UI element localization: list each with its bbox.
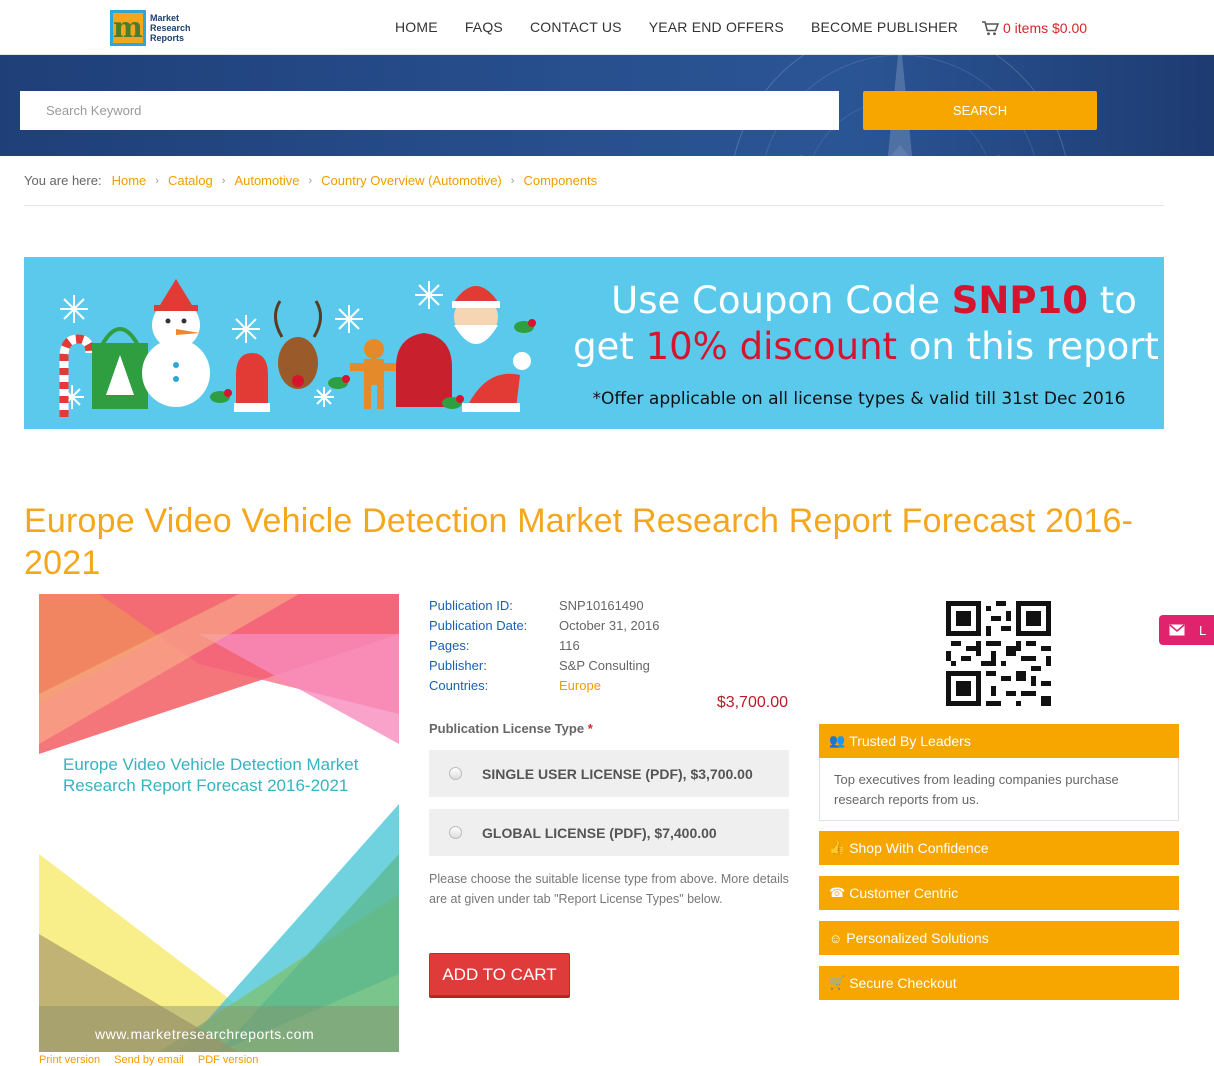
- nav-year-end-offers[interactable]: YEAR END OFFERS: [649, 19, 784, 35]
- search-band: SEARCH: [0, 55, 1214, 156]
- license-type-label: Publication License Type *: [429, 721, 593, 736]
- license-help-text: Please choose the suitable license type …: [429, 872, 789, 906]
- report-actions: Print version Send by email PDF version: [39, 1054, 272, 1066]
- breadcrumb-components[interactable]: Components: [523, 173, 597, 188]
- coupon-text: on this report: [897, 325, 1159, 368]
- breadcrumb: You are here: Home › Catalog › Automotiv…: [24, 173, 597, 188]
- site-logo[interactable]: m Market Research Reports: [110, 9, 200, 47]
- meta-row-publication-date: Publication Date: October 31, 2016: [429, 616, 659, 636]
- feedback-tab[interactable]: L: [1159, 615, 1214, 645]
- breadcrumb-country-overview[interactable]: Country Overview (Automotive): [321, 173, 502, 188]
- meta-label: Countries:: [429, 678, 489, 693]
- pages: 116: [559, 638, 580, 653]
- chevron-right-icon: ›: [510, 174, 515, 187]
- report-meta: Publication ID: SNP10161490 Publication …: [429, 596, 659, 696]
- coupon-note: *Offer applicable on all license types &…: [592, 389, 1126, 409]
- search-input[interactable]: [20, 91, 839, 130]
- coupon-discount: 10% discount: [645, 325, 898, 368]
- shop-with-confidence[interactable]: 👍 Shop With Confidence: [819, 831, 1179, 865]
- meta-label: Publication ID:: [429, 598, 513, 613]
- chevron-right-icon: ›: [155, 174, 159, 187]
- coupon-banner[interactable]: Use Coupon Code SNP10 to get 10% discoun…: [24, 257, 1164, 429]
- trusted-by-leaders-header: 👥 Trusted By Leaders: [819, 724, 1179, 758]
- smile-icon: ☺: [829, 930, 843, 946]
- coupon-text: Use Coupon Code: [611, 279, 952, 322]
- breadcrumb-label: You are here:: [24, 173, 102, 188]
- license-option-single-user[interactable]: SINGLE USER LICENSE (PDF), $3,700.00: [429, 750, 789, 797]
- divider: [24, 205, 1164, 206]
- add-to-cart-button[interactable]: ADD TO CART: [429, 953, 570, 996]
- customer-centric[interactable]: ☎ Customer Centric: [819, 876, 1179, 910]
- license-type-text: Publication License Type: [429, 721, 585, 736]
- cover-url: www.marketresearchreports.com: [95, 1026, 315, 1042]
- cart-icon: 🛒: [829, 975, 846, 990]
- send-by-email-link[interactable]: Send by email: [114, 1054, 184, 1066]
- pdf-version-link[interactable]: PDF version: [198, 1054, 259, 1066]
- logo-text: Market Research Reports: [150, 13, 191, 43]
- search-button[interactable]: SEARCH: [863, 91, 1097, 130]
- personalized-solutions[interactable]: ☺ Personalized Solutions: [819, 921, 1179, 955]
- phone-icon: ☎: [829, 885, 846, 900]
- radio-button[interactable]: [449, 767, 462, 780]
- trusted-by-leaders-body: Top executives from leading companies pu…: [819, 758, 1179, 821]
- cart-icon: [982, 20, 999, 35]
- cover-art: [39, 594, 399, 1052]
- side-box-title: Personalized Solutions: [846, 930, 989, 946]
- meta-label: Pages:: [429, 638, 470, 653]
- breadcrumb-automotive[interactable]: Automotive: [234, 173, 299, 188]
- mail-icon: [1169, 624, 1185, 636]
- secure-checkout[interactable]: 🛒 Secure Checkout: [819, 966, 1179, 1000]
- logo-mark: m: [110, 10, 146, 46]
- qr-code: [946, 601, 1051, 706]
- publisher: S&P Consulting: [559, 658, 650, 673]
- coupon-code: SNP10: [951, 279, 1088, 322]
- breadcrumb-home[interactable]: Home: [112, 173, 147, 188]
- license-option-label: SINGLE USER LICENSE (PDF), $3,700.00: [482, 765, 753, 782]
- print-version-link[interactable]: Print version: [39, 1054, 100, 1066]
- required-mark: *: [587, 721, 593, 736]
- christmas-illustration: [59, 279, 536, 417]
- users-icon: 👥: [829, 733, 846, 748]
- cart-link[interactable]: 0 items $0.00: [982, 20, 1087, 36]
- coupon-line-1: Use Coupon Code SNP10 to: [584, 279, 1164, 322]
- meta-row-publisher: Publisher: S&P Consulting: [429, 656, 659, 676]
- license-option-global[interactable]: GLOBAL LICENSE (PDF), $7,400.00: [429, 809, 789, 856]
- side-box-title: Secure Checkout: [849, 975, 957, 991]
- meta-row-pages: Pages: 116: [429, 636, 659, 656]
- feedback-tab-label: L: [1199, 622, 1207, 638]
- meta-label: Publication Date:: [429, 618, 528, 633]
- nav-home[interactable]: HOME: [395, 19, 438, 35]
- thumbs-up-icon: 👍: [829, 840, 846, 855]
- breadcrumb-catalog[interactable]: Catalog: [168, 173, 213, 188]
- radio-button[interactable]: [449, 826, 462, 839]
- chevron-right-icon: ›: [308, 174, 313, 187]
- meta-label: Publisher:: [429, 658, 487, 673]
- nav-faqs[interactable]: FAQS: [465, 19, 503, 35]
- meta-row-countries: Countries: Europe: [429, 676, 659, 696]
- report-price: $3,700.00: [716, 694, 788, 711]
- main-nav: HOME FAQS CONTACT US YEAR END OFFERS BEC…: [395, 19, 985, 35]
- publication-date: October 31, 2016: [559, 618, 660, 633]
- country-link[interactable]: Europe: [559, 676, 601, 696]
- meta-row-publication-id: Publication ID: SNP10161490: [429, 596, 659, 616]
- publication-id: SNP10161490: [559, 598, 644, 613]
- coupon-text: to: [1087, 279, 1137, 322]
- chevron-right-icon: ›: [221, 174, 226, 187]
- site-header: m Market Research Reports HOME FAQS CONTAC…: [0, 0, 1214, 55]
- coupon-line-2: get 10% discount on this report: [551, 325, 1164, 368]
- license-option-label: GLOBAL LICENSE (PDF), $7,400.00: [482, 824, 717, 841]
- page-title: Europe Video Vehicle Detection Market Re…: [24, 502, 1134, 582]
- side-box-title: Customer Centric: [849, 885, 959, 901]
- nav-contact-us[interactable]: CONTACT US: [530, 19, 622, 35]
- nav-become-publisher[interactable]: BECOME PUBLISHER: [811, 19, 958, 35]
- side-box-title: Shop With Confidence: [849, 840, 989, 856]
- coupon-text: get: [573, 325, 646, 368]
- side-box-title: Trusted By Leaders: [849, 733, 971, 749]
- cover-title: Europe Video Vehicle Detection Market Re…: [63, 755, 359, 795]
- cart-summary: 0 items $0.00: [1003, 20, 1088, 36]
- report-cover[interactable]: Europe Video Vehicle Detection Market Re…: [39, 594, 399, 1052]
